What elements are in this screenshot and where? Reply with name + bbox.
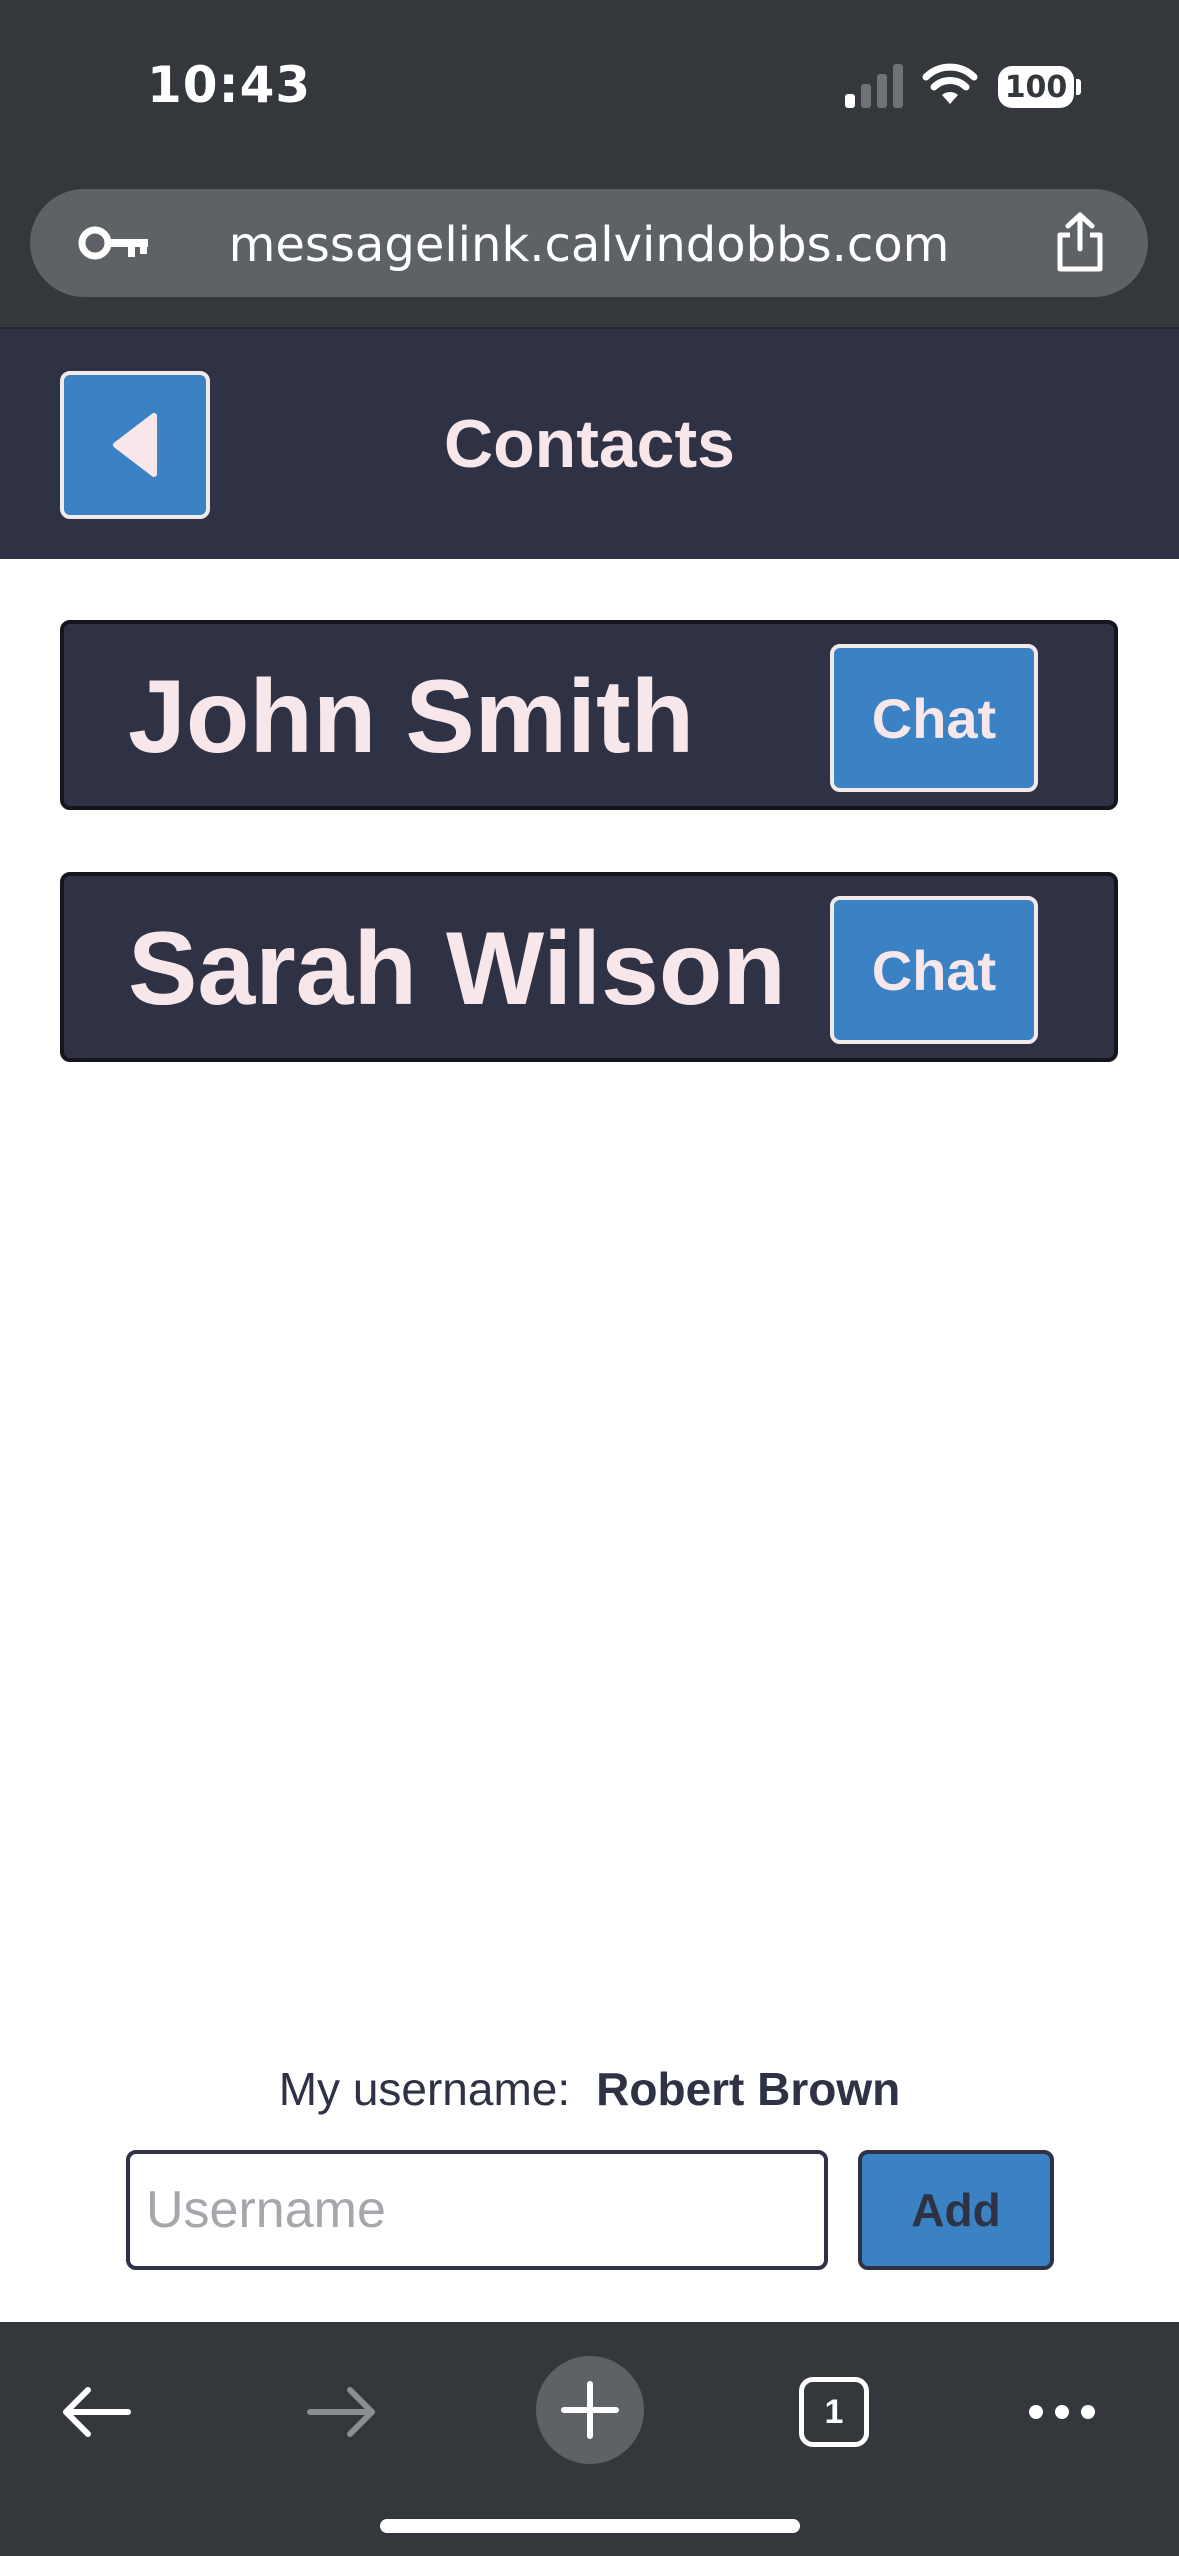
forward-arrow-icon bbox=[307, 2387, 375, 2437]
contact-card: John Smith Chat bbox=[60, 620, 1118, 810]
more-icon bbox=[1029, 2405, 1095, 2419]
page-title: Contacts bbox=[444, 406, 735, 482]
tabs-button[interactable]: 1 bbox=[774, 2362, 894, 2462]
browser-forward-button[interactable] bbox=[282, 2362, 402, 2462]
add-button[interactable]: Add bbox=[858, 2150, 1054, 2270]
username-input[interactable] bbox=[126, 2150, 828, 2270]
browser-back-button[interactable] bbox=[36, 2362, 156, 2462]
signal-icon bbox=[845, 64, 903, 108]
chat-button[interactable]: Chat bbox=[830, 896, 1038, 1044]
url-bar[interactable]: messagelink.calvindobbs.com bbox=[30, 189, 1148, 297]
chat-button[interactable]: Chat bbox=[830, 644, 1038, 792]
tab-count: 1 bbox=[824, 2392, 844, 2431]
plus-icon bbox=[561, 2381, 619, 2439]
back-arrow-icon bbox=[63, 2387, 131, 2437]
app-header: Contacts bbox=[0, 327, 1179, 559]
browser-bottom-toolbar: 1 bbox=[0, 2322, 1179, 2556]
battery-icon: 100 bbox=[998, 66, 1074, 108]
battery-nub bbox=[1076, 79, 1081, 95]
wifi-icon bbox=[922, 63, 978, 104]
status-time: 10:43 bbox=[147, 56, 312, 114]
contact-name: Sarah Wilson bbox=[128, 911, 786, 1027]
home-indicator bbox=[380, 2519, 800, 2533]
battery-level: 100 bbox=[1004, 69, 1068, 105]
browser-top-bar: 10:43 100 messagelink.calvindobbs.com bbox=[0, 0, 1179, 327]
contact-name: John Smith bbox=[128, 659, 695, 775]
new-tab-button[interactable] bbox=[536, 2356, 644, 2464]
username-label: My username: bbox=[278, 2063, 571, 2115]
url-text[interactable]: messagelink.calvindobbs.com bbox=[30, 217, 1148, 273]
more-button[interactable] bbox=[1002, 2362, 1122, 2462]
username-value: Robert Brown bbox=[596, 2063, 901, 2115]
tabs-icon: 1 bbox=[799, 2377, 869, 2447]
username-row: My username: Robert Brown bbox=[0, 2062, 1179, 2116]
contact-card: Sarah Wilson Chat bbox=[60, 872, 1118, 1062]
share-icon[interactable] bbox=[1050, 211, 1110, 273]
page: 10:43 100 messagelink.calvindobbs.com Co… bbox=[0, 0, 1179, 2556]
